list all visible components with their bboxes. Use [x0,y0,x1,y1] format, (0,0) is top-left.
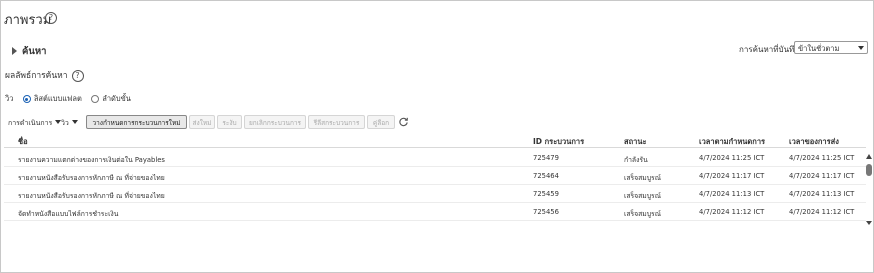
column-header-name[interactable]: ชื่อ [18,136,28,148]
saved-search-label: การค้นหาที่บันทึก [739,45,800,54]
view-menu[interactable]: วิว [61,118,78,129]
cell-name: รายงานหนังสือรับรองการหักภาษี ณ ที่จ่ายข… [18,192,165,200]
page-title: ภาพรวม ? [4,9,57,30]
saved-search-value: ข้าในชั่วตาม [798,44,840,53]
scroll-down-icon[interactable] [866,221,872,225]
chevron-down-icon [71,120,78,124]
cell-status: เสร็จสมบูรณ์ [624,210,662,218]
cell-scheduled-time: 4/7/2024 11:17 ICT [699,172,765,180]
cell-scheduled-time: 4/7/2024 11:25 ICT [699,154,765,162]
cell-process-id: 725479 [533,154,559,162]
column-header-status[interactable]: สถานะ [624,136,647,148]
hold-button[interactable]: ระงับ [217,115,242,129]
cell-scheduled-time: 4/7/2024 11:13 ICT [699,190,765,198]
cell-process-id: 725456 [533,208,559,216]
search-section-toggle[interactable]: ค้นหา [12,44,46,59]
column-header-process-id[interactable]: ID กระบวนการ [533,136,584,148]
cell-submission-time: 4/7/2024 11:17 ICT [789,172,855,180]
cell-submission-time: 4/7/2024 11:12 ICT [789,208,855,216]
cell-process-id: 725459 [533,190,559,198]
view-menu-label: วิว [61,119,69,127]
scrollbar-thumb[interactable] [866,164,872,176]
radio-hierarchy[interactable] [91,95,100,103]
cell-submission-time: 4/7/2024 11:25 ICT [789,154,855,162]
radio-hierarchy-label[interactable]: ลำดับขั้น [102,94,131,103]
cell-status: กำลังรัน [624,156,648,164]
cell-status: เสร็จสมบูรณ์ [624,192,662,200]
process-table: ชื่อ ID กระบวนการ สถานะ เวลาตามกำหนดการ … [4,133,866,222]
schedule-new-process-button[interactable]: วางกำหนดการกระบวนการใหม่ [86,115,187,129]
table-header: ชื่อ ID กระบวนการ สถานะ เวลาตามกำหนดการ … [4,133,866,148]
table-row[interactable]: รายงานหนังสือรับรองการหักภาษี ณ ที่จ่ายข… [4,185,866,203]
search-toggle-label: ค้นหา [22,46,47,57]
actions-menu-label: การดำเนินการ [8,119,53,127]
cell-scheduled-time: 4/7/2024 11:12 ICT [699,208,765,216]
radio-flat-list-label[interactable]: ลิสต์แบบแฟลต [34,94,82,103]
column-header-submission-time[interactable]: เวลาของการส่ง [789,136,839,148]
table-row[interactable]: จัดทำหนังสือแบบไฟล์การชำระเงิน 725456 เส… [4,203,866,221]
cell-name: จัดทำหนังสือแบบไฟล์การชำระเงิน [18,210,119,218]
results-title: ผลลัพธ์การค้นหา? [5,68,84,82]
cell-name: รายงานความแตกต่างของการเงินต่อใน Payable… [18,156,165,164]
saved-search-select[interactable]: ข้าในชั่วตาม [794,41,868,54]
actions-menu[interactable]: การดำเนินการ [8,118,62,129]
disclosure-triangle-icon [12,47,17,55]
cell-name: รายงานหนังสือรับรองการหักภาษี ณ ที่จ่ายข… [18,174,165,182]
table-row[interactable]: รายงานหนังสือรับรองการหักภาษี ณ ที่จ่ายข… [4,167,866,185]
scroll-up-icon[interactable] [866,154,872,159]
table-row[interactable]: รายงานความแตกต่างของการเงินต่อใน Payable… [4,149,866,167]
refresh-icon[interactable] [398,116,409,127]
cancel-process-button[interactable]: ยกเลิกกระบวนการ [244,115,306,129]
radio-flat-list[interactable] [22,95,31,103]
view-mode-radio-group: วิว ลิสต์แบบแฟลต ลำดับขั้น [5,93,131,105]
help-icon[interactable]: ? [71,69,84,82]
page-title-text: ภาพรวม [4,13,52,28]
cell-status: เสร็จสมบูรณ์ [624,174,662,182]
chevron-down-icon [858,46,864,50]
cell-process-id: 725464 [533,172,559,180]
resubmit-button[interactable]: ส่งใหม่ [189,115,215,129]
column-header-scheduled-time[interactable]: เวลาตามกำหนดการ [699,136,765,148]
results-title-text: ผลลัพธ์การค้นหา [5,71,68,81]
options-button[interactable]: คู่ลือก [367,115,395,129]
help-icon[interactable]: ? [45,12,57,24]
table-scrollbar[interactable] [866,154,872,225]
release-process-button[interactable]: รีลีสกระบวนการ [308,115,365,129]
cell-submission-time: 4/7/2024 11:13 ICT [789,190,855,198]
view-label: วิว [5,94,14,103]
